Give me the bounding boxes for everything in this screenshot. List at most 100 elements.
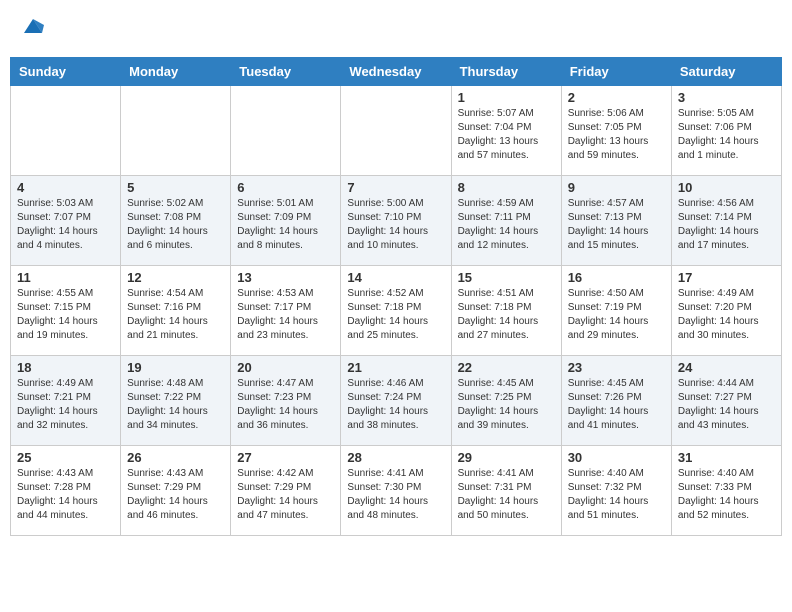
calendar-header-row: SundayMondayTuesdayWednesdayThursdayFrid…: [11, 58, 782, 86]
calendar-cell: 22Sunrise: 4:45 AM Sunset: 7:25 PM Dayli…: [451, 356, 561, 446]
calendar-cell: 7 Sunrise: 5:00 AM Sunset: 7:10 PM Daylig…: [341, 176, 451, 266]
day-info: Sunrise: 4:54 AM Sunset: 7:16 PM Dayligh…: [127, 287, 224, 343]
day-info: Sunrise: 4:50 AM Sunset: 7:19 PM Dayligh…: [568, 287, 665, 343]
calendar-cell: 23 Sunrise: 4:45 AM Sunset: 7:26 PM Dayli…: [561, 356, 671, 446]
day-info: Sunrise: 4:57 AM Sunset: 7:13 PM Dayligh…: [568, 197, 665, 253]
calendar-cell: 24 Sunrise: 4:44 AM Sunset: 7:27 PM Dayli…: [671, 356, 781, 446]
day-of-week-header: Monday: [121, 58, 231, 86]
day-number: 31: [678, 450, 775, 465]
day-number: 27: [237, 450, 334, 465]
day-info: Sunrise: 5:05 AM Sunset: 7:06 PM Dayligh…: [678, 107, 775, 163]
day-number: 21: [347, 360, 444, 375]
day-of-week-header: Friday: [561, 58, 671, 86]
day-number: 5: [127, 180, 224, 195]
calendar-cell: 21 Sunrise: 4:46 AM Sunset: 7:24 PM Dayli…: [341, 356, 451, 446]
day-of-week-header: Saturday: [671, 58, 781, 86]
calendar-table: SundayMondayTuesdayWednesdayThursdayFrid…: [10, 57, 782, 536]
day-info: Sunrise: 4:49 AM Sunset: 7:21 PM Dayligh…: [17, 377, 114, 433]
day-info: Sunrise: 4:44 AM Sunset: 7:27 PM Dayligh…: [678, 377, 775, 433]
day-number: 24: [678, 360, 775, 375]
day-number: 4: [17, 180, 114, 195]
calendar-cell: [11, 86, 121, 176]
calendar-cell: 9Sunrise: 4:57 AM Sunset: 7:13 PM Daylig…: [561, 176, 671, 266]
calendar-cell: [231, 86, 341, 176]
day-number: 17: [678, 270, 775, 285]
calendar-cell: 30 Sunrise: 4:40 AM Sunset: 7:32 PM Dayli…: [561, 446, 671, 536]
day-number: 25: [17, 450, 114, 465]
day-number: 30: [568, 450, 665, 465]
calendar-week-row: 1 Sunrise: 5:07 AM Sunset: 7:04 PM Daylig…: [11, 86, 782, 176]
day-info: Sunrise: 5:03 AM Sunset: 7:07 PM Dayligh…: [17, 197, 114, 253]
day-info: Sunrise: 5:01 AM Sunset: 7:09 PM Dayligh…: [237, 197, 334, 253]
calendar-cell: 20Sunrise: 4:47 AM Sunset: 7:23 PM Dayli…: [231, 356, 341, 446]
day-number: 3: [678, 90, 775, 105]
calendar-cell: 8Sunrise: 4:59 AM Sunset: 7:11 PM Daylig…: [451, 176, 561, 266]
day-info: Sunrise: 4:43 AM Sunset: 7:29 PM Dayligh…: [127, 467, 224, 523]
day-info: Sunrise: 4:40 AM Sunset: 7:33 PM Dayligh…: [678, 467, 775, 523]
day-number: 22: [458, 360, 555, 375]
day-of-week-header: Sunday: [11, 58, 121, 86]
calendar-cell: [121, 86, 231, 176]
calendar-cell: 29Sunrise: 4:41 AM Sunset: 7:31 PM Dayli…: [451, 446, 561, 536]
day-number: 16: [568, 270, 665, 285]
day-number: 28: [347, 450, 444, 465]
calendar-cell: 13 Sunrise: 4:53 AM Sunset: 7:17 PM Dayli…: [231, 266, 341, 356]
calendar-week-row: 25 Sunrise: 4:43 AM Sunset: 7:28 PM Dayli…: [11, 446, 782, 536]
day-info: Sunrise: 4:56 AM Sunset: 7:14 PM Dayligh…: [678, 197, 775, 253]
calendar-cell: 6 Sunrise: 5:01 AM Sunset: 7:09 PM Daylig…: [231, 176, 341, 266]
day-number: 15: [458, 270, 555, 285]
day-of-week-header: Tuesday: [231, 58, 341, 86]
day-number: 12: [127, 270, 224, 285]
day-info: Sunrise: 4:59 AM Sunset: 7:11 PM Dayligh…: [458, 197, 555, 253]
calendar-cell: 31 Sunrise: 4:40 AM Sunset: 7:33 PM Dayli…: [671, 446, 781, 536]
day-info: Sunrise: 5:07 AM Sunset: 7:04 PM Dayligh…: [458, 107, 555, 163]
day-info: Sunrise: 4:53 AM Sunset: 7:17 PM Dayligh…: [237, 287, 334, 343]
calendar-cell: 11 Sunrise: 4:55 AM Sunset: 7:15 PM Dayli…: [11, 266, 121, 356]
page-header: [10, 10, 782, 47]
day-number: 10: [678, 180, 775, 195]
day-number: 19: [127, 360, 224, 375]
day-number: 1: [458, 90, 555, 105]
calendar-cell: 4 Sunrise: 5:03 AM Sunset: 7:07 PM Daylig…: [11, 176, 121, 266]
calendar-cell: 10 Sunrise: 4:56 AM Sunset: 7:14 PM Dayli…: [671, 176, 781, 266]
day-info: Sunrise: 4:42 AM Sunset: 7:29 PM Dayligh…: [237, 467, 334, 523]
day-info: Sunrise: 4:49 AM Sunset: 7:20 PM Dayligh…: [678, 287, 775, 343]
day-info: Sunrise: 4:41 AM Sunset: 7:30 PM Dayligh…: [347, 467, 444, 523]
day-info: Sunrise: 5:02 AM Sunset: 7:08 PM Dayligh…: [127, 197, 224, 253]
day-info: Sunrise: 4:43 AM Sunset: 7:28 PM Dayligh…: [17, 467, 114, 523]
day-number: 23: [568, 360, 665, 375]
calendar-cell: 16 Sunrise: 4:50 AM Sunset: 7:19 PM Dayli…: [561, 266, 671, 356]
logo-icon: [22, 15, 44, 37]
day-number: 7: [347, 180, 444, 195]
calendar-cell: 3 Sunrise: 5:05 AM Sunset: 7:06 PM Daylig…: [671, 86, 781, 176]
calendar-cell: 19 Sunrise: 4:48 AM Sunset: 7:22 PM Dayli…: [121, 356, 231, 446]
day-info: Sunrise: 4:48 AM Sunset: 7:22 PM Dayligh…: [127, 377, 224, 433]
calendar-cell: 15 Sunrise: 4:51 AM Sunset: 7:18 PM Dayli…: [451, 266, 561, 356]
day-of-week-header: Wednesday: [341, 58, 451, 86]
day-number: 13: [237, 270, 334, 285]
calendar-week-row: 18Sunrise: 4:49 AM Sunset: 7:21 PM Dayli…: [11, 356, 782, 446]
calendar-cell: 28 Sunrise: 4:41 AM Sunset: 7:30 PM Dayli…: [341, 446, 451, 536]
day-info: Sunrise: 4:40 AM Sunset: 7:32 PM Dayligh…: [568, 467, 665, 523]
calendar-cell: 18Sunrise: 4:49 AM Sunset: 7:21 PM Dayli…: [11, 356, 121, 446]
day-info: Sunrise: 4:46 AM Sunset: 7:24 PM Dayligh…: [347, 377, 444, 433]
day-number: 14: [347, 270, 444, 285]
day-info: Sunrise: 4:55 AM Sunset: 7:15 PM Dayligh…: [17, 287, 114, 343]
calendar-cell: 27 Sunrise: 4:42 AM Sunset: 7:29 PM Dayli…: [231, 446, 341, 536]
day-info: Sunrise: 5:06 AM Sunset: 7:05 PM Dayligh…: [568, 107, 665, 163]
day-info: Sunrise: 4:45 AM Sunset: 7:26 PM Dayligh…: [568, 377, 665, 433]
calendar-cell: 1 Sunrise: 5:07 AM Sunset: 7:04 PM Daylig…: [451, 86, 561, 176]
day-info: Sunrise: 4:47 AM Sunset: 7:23 PM Dayligh…: [237, 377, 334, 433]
calendar-week-row: 4 Sunrise: 5:03 AM Sunset: 7:07 PM Daylig…: [11, 176, 782, 266]
calendar-cell: 12 Sunrise: 4:54 AM Sunset: 7:16 PM Dayli…: [121, 266, 231, 356]
calendar-cell: 5 Sunrise: 5:02 AM Sunset: 7:08 PM Daylig…: [121, 176, 231, 266]
day-of-week-header: Thursday: [451, 58, 561, 86]
day-number: 29: [458, 450, 555, 465]
day-number: 6: [237, 180, 334, 195]
calendar-cell: [341, 86, 451, 176]
day-info: Sunrise: 5:00 AM Sunset: 7:10 PM Dayligh…: [347, 197, 444, 253]
day-info: Sunrise: 4:51 AM Sunset: 7:18 PM Dayligh…: [458, 287, 555, 343]
calendar-cell: 14Sunrise: 4:52 AM Sunset: 7:18 PM Dayli…: [341, 266, 451, 356]
day-number: 2: [568, 90, 665, 105]
day-number: 11: [17, 270, 114, 285]
